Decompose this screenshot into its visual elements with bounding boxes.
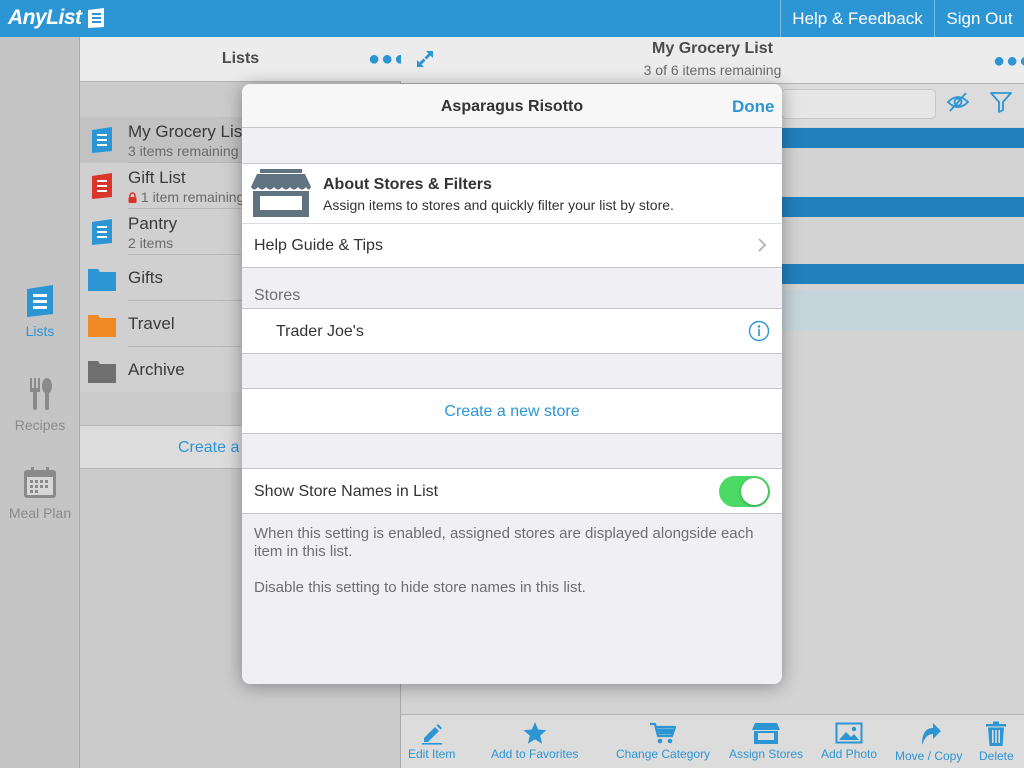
list-count: 1 item remaining: [128, 189, 244, 205]
list-remaining-count: 3 of 6 items remaining: [643, 62, 782, 78]
edit-item-button[interactable]: Edit Item: [408, 721, 455, 761]
folder-name: Gifts: [128, 268, 163, 287]
show-store-names-label: Show Store Names in List: [254, 483, 439, 500]
lists-title: Lists: [221, 50, 260, 67]
list-name: Gift List: [128, 168, 186, 187]
star-icon: [523, 722, 547, 744]
lock-icon: [128, 192, 137, 203]
folder-icon: [88, 269, 116, 291]
info-icon[interactable]: [748, 320, 770, 342]
store-row[interactable]: Trader Joe's: [242, 308, 782, 354]
help-guide-label: Help Guide & Tips: [254, 237, 383, 254]
filter-icon[interactable]: [989, 91, 1013, 113]
list-more-icon[interactable]: ●●●: [993, 51, 1024, 71]
setting-footer-disabled: Disable this setting to hide store names…: [254, 579, 586, 596]
trash-icon: [986, 721, 1007, 746]
item-toolbar: Edit Item Add to Favorites Change Catego…: [401, 714, 1024, 768]
tab-meal-plan-label: Meal Plan: [8, 505, 72, 521]
move-copy-button[interactable]: Move / Copy: [895, 721, 962, 763]
app-name: AnyList: [8, 6, 82, 29]
done-button[interactable]: Done: [732, 97, 775, 117]
folder-icon: [88, 315, 116, 337]
tab-meal-plan[interactable]: Meal Plan: [0, 466, 80, 521]
show-store-names-toggle[interactable]: [719, 476, 770, 507]
folder-name: Archive: [128, 360, 185, 379]
cart-icon: [650, 722, 677, 744]
about-subtitle: Assign items to stores and quickly filte…: [323, 197, 674, 213]
create-store-label: Create a new store: [444, 403, 580, 420]
tab-lists-label: Lists: [25, 323, 55, 339]
list-count: 2 items: [128, 235, 174, 251]
change-category-button[interactable]: Change Category: [616, 721, 710, 761]
store-icon: [752, 723, 781, 744]
list-count: 3 items remaining: [128, 143, 239, 159]
top-bar: AnyList Help & Feedback Sign Out: [0, 0, 1024, 37]
chevron-right-icon: [758, 238, 767, 252]
add-to-favorites-button[interactable]: Add to Favorites: [491, 721, 578, 761]
help-guide-cell[interactable]: Help Guide & Tips: [242, 223, 782, 268]
photo-icon: [835, 722, 863, 744]
category-header-bar: [781, 128, 1024, 148]
pantry-list-icon: [92, 219, 112, 245]
popover-header: Asparagus Risotto Done: [242, 84, 782, 128]
list-title: My Grocery List: [652, 40, 773, 57]
about-stores-cell[interactable]: About Stores & Filters Assign items to s…: [242, 163, 782, 223]
list-name: Pantry: [128, 214, 178, 233]
create-store-button[interactable]: Create a new store: [242, 388, 782, 434]
help-feedback-button[interactable]: Help & Feedback: [780, 0, 934, 37]
gift-list-icon: [92, 173, 112, 199]
selected-item-row[interactable]: [781, 290, 1024, 331]
grocery-list-icon: [92, 127, 112, 153]
folder-name: Travel: [128, 314, 175, 333]
delete-button[interactable]: Delete: [979, 721, 1014, 763]
app-logo: AnyList: [8, 4, 106, 32]
list-detail-header: My Grocery List 3 of 6 items remaining ●…: [401, 37, 1024, 84]
show-store-names-cell: Show Store Names in List: [242, 468, 782, 514]
tab-recipes[interactable]: Recipes: [0, 376, 80, 433]
list-name: My Grocery List: [128, 122, 248, 141]
store-settings-popover: Asparagus Risotto Done About Stores & Fi…: [242, 84, 782, 684]
logo-list-icon: [87, 8, 104, 28]
calendar-icon: [24, 467, 56, 498]
sign-out-button[interactable]: Sign Out: [934, 0, 1024, 37]
category-header-bar: [781, 264, 1024, 284]
tab-recipes-label: Recipes: [14, 417, 66, 433]
about-title: About Stores & Filters: [323, 176, 492, 193]
assign-stores-button[interactable]: Assign Stores: [729, 721, 803, 761]
fork-spoon-icon: [30, 378, 52, 410]
list-icon: [27, 285, 53, 317]
lists-header: Lists ●●●: [80, 37, 406, 82]
search-input[interactable]: [781, 89, 936, 119]
store-name: Trader Joe's: [276, 323, 364, 340]
create-list-label: Create a: [178, 439, 240, 456]
setting-footer-enabled: When this setting is enabled, assigned s…: [254, 525, 754, 560]
move-arrow-icon: [921, 723, 941, 745]
hide-crossed-off-icon[interactable]: [946, 91, 970, 113]
stores-section-header: Stores: [254, 287, 301, 304]
store-icon: [251, 169, 311, 217]
folder-icon: [88, 361, 116, 383]
popover-title: Asparagus Risotto: [440, 98, 584, 115]
tab-lists[interactable]: Lists: [0, 284, 80, 339]
category-header-bar: [781, 197, 1024, 217]
add-photo-button[interactable]: Add Photo: [821, 721, 877, 761]
pencil-icon: [421, 724, 442, 745]
toggle-knob: [741, 478, 768, 505]
